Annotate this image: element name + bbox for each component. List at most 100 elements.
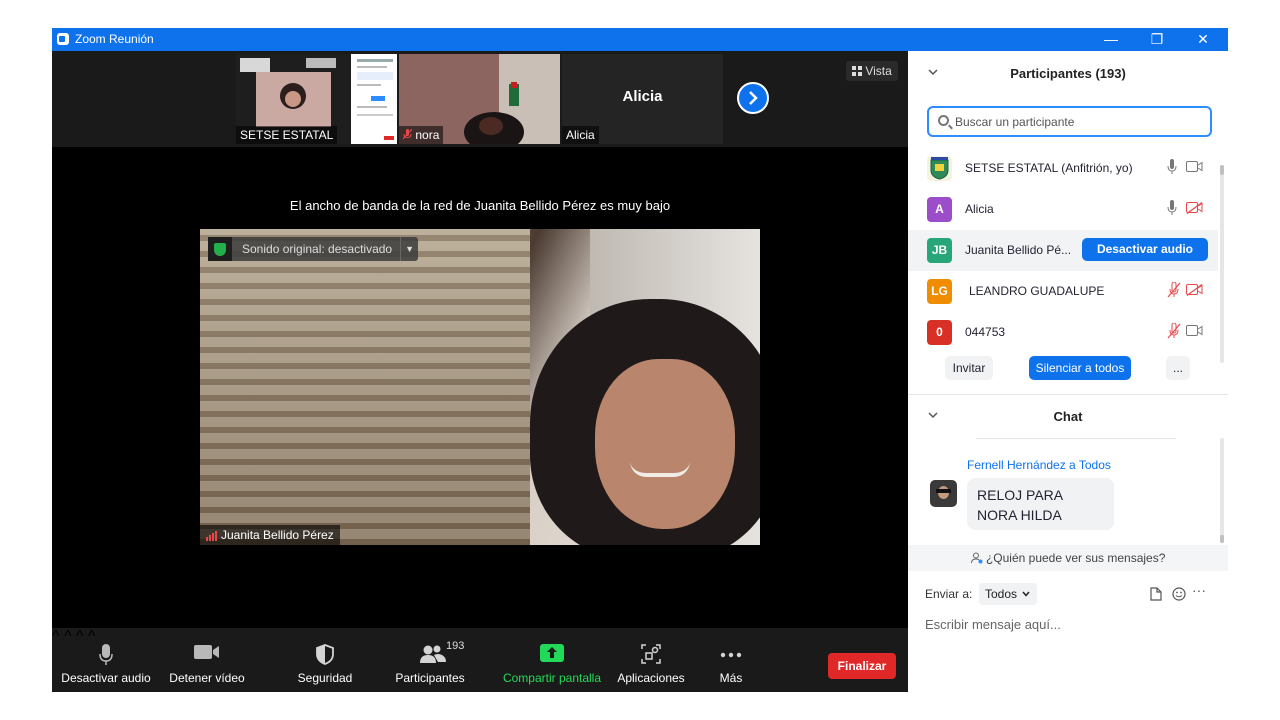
apps-label: Aplicaciones [617, 671, 685, 685]
thumbnail-big-name: Alicia [622, 88, 663, 105]
more-dots-icon [720, 652, 742, 658]
chevron-down-icon [1022, 591, 1030, 597]
speaker-face [595, 359, 735, 529]
video-stage: SETSE ESTATAL nora Alicia Alicia Vista E… [52, 51, 908, 628]
shield-icon [316, 644, 334, 665]
end-meeting-button[interactable]: Finalizar [828, 653, 896, 679]
grid-view-icon [852, 66, 862, 76]
original-sound-control[interactable]: Sonido original: desactivado ▼ [208, 237, 419, 261]
background-shelf [200, 229, 530, 545]
chevron-right-icon [749, 91, 758, 105]
apps-button[interactable]: Aplicaciones [614, 628, 688, 692]
participants-more-button[interactable]: ... [1166, 356, 1190, 380]
thumbnail-name-text: nora [415, 128, 440, 142]
chat-more-icon[interactable]: ··· [1192, 582, 1206, 598]
message-bubble: RELOJ PARA NORA HILDA [967, 478, 1114, 530]
participants-title: Participantes (193) [1010, 66, 1126, 81]
video-camera-icon [194, 645, 219, 659]
participant-avatar: 0 [927, 320, 952, 345]
zoom-window: Zoom Reunión — ❐ ✕ SETSE ESTATAL nora Al… [52, 28, 1228, 692]
participant-name: 044753 [965, 325, 1006, 339]
chat-message-input[interactable] [925, 614, 1215, 634]
minimize-button[interactable]: — [1088, 28, 1134, 51]
muted-microphone-icon[interactable] [1167, 323, 1181, 339]
who-can-see-link[interactable]: ¿Quién puede ver sus mensajes? [908, 545, 1228, 571]
send-to-label: Enviar a: [925, 587, 973, 601]
restore-button[interactable]: ❐ [1134, 28, 1180, 51]
send-to-value: Todos [985, 587, 1018, 601]
share-screen-icon [540, 644, 564, 662]
sender-avatar [930, 480, 957, 507]
participant-name: LEANDRO GUADALUPE [969, 284, 1105, 298]
muted-microphone-icon [402, 128, 413, 140]
divider [976, 438, 1176, 439]
microphone-icon[interactable] [1167, 200, 1177, 216]
share-screen-label: Compartir pantalla [502, 671, 602, 685]
ask-to-unmute-button[interactable]: Desactivar audio [1082, 238, 1208, 261]
participants-scrollbar[interactable] [1220, 165, 1224, 363]
participant-row[interactable]: SETSE ESTATAL (Anfitrión, yo) [908, 148, 1218, 189]
participants-icon [420, 645, 446, 663]
participants-count: 193 [446, 640, 465, 652]
participant-avatar: A [927, 197, 952, 222]
host-logo-avatar [927, 156, 952, 181]
who-can-see-label: ¿Quién puede ver sus mensajes? [985, 551, 1166, 565]
chat-title: Chat [1053, 409, 1083, 424]
invite-button[interactable]: Invitar [945, 356, 993, 380]
bandwidth-warning: El ancho de banda de la red de Juanita B… [289, 198, 671, 213]
more-button[interactable]: Más [708, 628, 754, 692]
emoji-icon[interactable] [1172, 587, 1186, 601]
send-to-dropdown[interactable]: Todos [979, 583, 1037, 605]
window-title: Zoom Reunión [75, 32, 154, 46]
security-button[interactable]: Seguridad [288, 628, 362, 692]
view-label: Vista [865, 64, 892, 78]
chat-header: Chat [908, 395, 1228, 435]
original-sound-dropdown[interactable]: ▼ [400, 237, 418, 261]
meeting-toolbar: Desactivar audio ^ Detener vídeo ^ Segur… [52, 628, 908, 692]
participant-row[interactable]: 0 044753 [908, 312, 1218, 353]
mute-audio-label: Desactivar audio [61, 671, 151, 685]
speaker-name: Juanita Bellido Pérez [221, 528, 334, 542]
participant-row[interactable]: LG LEANDRO GUADALUPE [908, 271, 1218, 312]
signal-strength-icon [206, 530, 217, 541]
microphone-icon[interactable] [1167, 159, 1177, 175]
chat-scrollbar[interactable] [1220, 438, 1224, 543]
participant-row[interactable]: JB Juanita Bellido Pé... Desactivar audi… [908, 230, 1218, 271]
next-page-button[interactable] [737, 82, 769, 114]
participant-search-input[interactable] [955, 113, 1205, 131]
thumbnail-nora[interactable]: nora [399, 54, 560, 144]
video-camera-icon[interactable] [1186, 161, 1203, 172]
encryption-shield-icon [208, 237, 232, 261]
thumbnail-alicia[interactable]: Alicia Alicia [562, 54, 723, 144]
participant-search-box[interactable] [927, 106, 1212, 137]
muted-microphone-icon[interactable] [1167, 282, 1181, 298]
close-window-button[interactable]: ✕ [1180, 28, 1226, 51]
participants-button[interactable]: 193 Participantes [392, 628, 468, 692]
stop-video-button[interactable]: Detener vídeo [164, 628, 250, 692]
participant-name: Alicia [965, 202, 994, 216]
apps-icon [641, 644, 661, 664]
mute-all-button[interactable]: Silenciar a todos [1029, 356, 1131, 380]
side-panel: Participantes (193) SETSE ESTATAL (Anfit… [908, 51, 1228, 692]
user-visibility-icon [970, 552, 983, 564]
thumbnail-name: SETSE ESTATAL [236, 126, 338, 144]
video-camera-icon[interactable] [1186, 325, 1203, 336]
participant-avatar: LG [927, 279, 952, 304]
mute-audio-button[interactable]: Desactivar audio [58, 628, 154, 692]
more-label: Más [719, 671, 743, 685]
file-icon[interactable] [1150, 587, 1162, 601]
participant-row[interactable]: A Alicia [908, 189, 1218, 230]
participants-header: Participantes (193) [908, 51, 1228, 95]
participant-avatar: JB [927, 238, 952, 263]
video-off-icon[interactable] [1186, 202, 1203, 214]
microphone-icon [99, 644, 113, 665]
participant-name: SETSE ESTATAL (Anfitrión, yo) [965, 161, 1133, 175]
zoom-app-icon [57, 33, 69, 45]
share-screen-button[interactable]: Compartir pantalla [500, 628, 604, 692]
thumbnail-setse-estatal[interactable]: SETSE ESTATAL [236, 54, 397, 144]
speaker-smile [630, 461, 690, 477]
view-button[interactable]: Vista [846, 61, 898, 81]
active-speaker-video[interactable]: Sonido original: desactivado ▼ Juanita B… [200, 229, 760, 545]
video-off-icon[interactable] [1186, 284, 1203, 296]
thumbnail-strip: SETSE ESTATAL nora Alicia Alicia Vista [52, 51, 908, 147]
